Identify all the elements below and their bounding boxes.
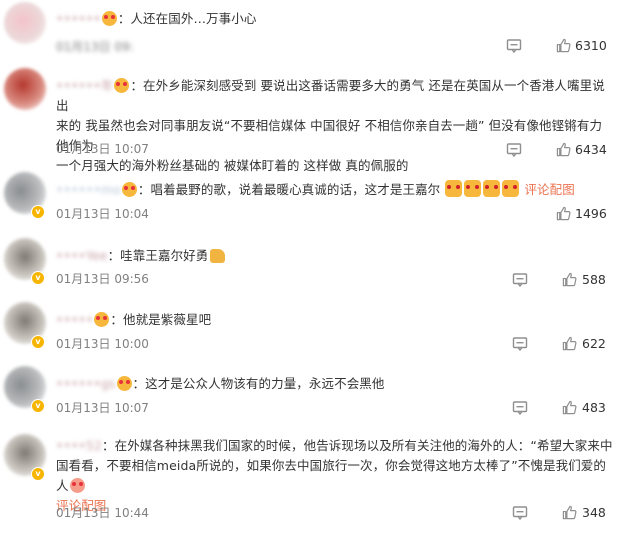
timestamp: 01月13日 10:07	[56, 401, 149, 415]
timestamp: 01月13日 10:00	[56, 337, 149, 351]
thumb-up-icon[interactable]	[562, 272, 577, 287]
comment-text: ••••Yee：哇靠王嘉尔好勇	[56, 246, 615, 266]
username[interactable]: ••••••	[56, 11, 101, 26]
emoji-icon	[116, 376, 132, 391]
comment-item: v ••••• ：他就是紫薇星吧 01月13日 10:00 622	[0, 296, 629, 360]
verified-badge-icon: v	[31, 335, 45, 349]
comment-item: v ••••Yee：哇靠王嘉尔好勇 01月13日 09:56 588	[0, 232, 629, 296]
cheer-emoji-icon	[483, 180, 501, 197]
comment-image-link[interactable]: 评论配图	[524, 182, 574, 197]
username[interactable]: ••••Yee	[56, 248, 108, 263]
thumb-up-icon[interactable]	[562, 336, 577, 351]
username[interactable]: •••••	[56, 312, 93, 327]
emoji-icon	[101, 11, 117, 26]
comment-text: ••••••gs ：这才是公众人物该有的力量，永远不会黑他	[56, 374, 615, 394]
username[interactable]: ••••••gs	[56, 376, 116, 391]
cheer-emoji-icon	[445, 180, 463, 197]
thumb-emoji-icon	[210, 249, 226, 263]
comment-text: ••••• ：他就是紫薇星吧	[56, 310, 615, 330]
like-count: 6310	[575, 38, 607, 53]
like-count: 588	[582, 272, 606, 287]
comment-body: 国看看，不要相信meida所说的，如果你去中国旅行一次，你会觉得这地方太棒了”不…	[56, 458, 607, 493]
avatar[interactable]	[4, 2, 46, 44]
reply-icon[interactable]	[506, 142, 522, 158]
timestamp: 01月13日 10:44	[56, 506, 149, 520]
comment-item: •••••• ：人还在国外…万事小心 01月13日 09: 6310	[0, 0, 629, 62]
username[interactable]: ••••••年	[56, 78, 113, 93]
heart-eyes-emoji-icon	[69, 478, 85, 493]
cheer-emoji-icon	[464, 180, 482, 197]
username[interactable]: ••••••mo	[56, 182, 121, 197]
comment-body: ：在外媒各种抹黑我们国家的时候，他告诉现场以及所有关注他的海外的人：“希望大家来…	[102, 438, 613, 453]
comment-body: ：在外乡能深刻感受到 要说出这番话需要多大的勇气 还是在英国从一个香港人嘴里说出	[56, 78, 605, 113]
emoji-icon	[121, 182, 137, 197]
reply-icon[interactable]	[512, 505, 528, 521]
comment-item: v ••••••gs ：这才是公众人物该有的力量，永远不会黑他 01月13日 10…	[0, 360, 629, 426]
reply-icon[interactable]	[512, 336, 528, 352]
comment-item: ••••••年 ：在外乡能深刻感受到 要说出这番话需要多大的勇气 还是在英国从一个…	[0, 62, 629, 173]
verified-badge-icon: v	[31, 399, 45, 413]
avatar[interactable]	[4, 68, 46, 110]
comment-item: v ••••52：在外媒各种抹黑我们国家的时候，他告诉现场以及所有关注他的海外的…	[0, 426, 629, 534]
comment-text: ••••••年 ：在外乡能深刻感受到 要说出这番话需要多大的勇气 还是在英国从一个…	[56, 76, 615, 176]
thumb-up-icon[interactable]	[556, 38, 571, 53]
timestamp: 01月13日 09:56	[56, 272, 149, 286]
comment-text: ••••••mo ：唱着最野的歌，说着最暖心真诚的话，这才是王嘉尔 评论配图	[56, 180, 615, 200]
like-count: 483	[582, 400, 606, 415]
thumb-up-icon[interactable]	[562, 505, 577, 520]
timestamp: 01月13日 09:	[56, 40, 134, 54]
username[interactable]: ••••52	[56, 438, 102, 453]
reply-icon[interactable]	[512, 400, 528, 416]
verified-badge-icon: v	[31, 271, 45, 285]
reply-icon[interactable]	[512, 272, 528, 288]
like-count: 348	[582, 505, 606, 520]
like-count: 1496	[575, 206, 607, 221]
comment-body: ：哇靠王嘉尔好勇	[107, 248, 209, 263]
timestamp: 01月13日 10:07	[56, 142, 149, 156]
comment-body: ：他就是紫薇星吧	[110, 312, 212, 327]
verified-badge-icon: v	[31, 205, 45, 219]
emoji-icon	[114, 78, 130, 93]
comment-body: ：唱着最野的歌，说着最暖心真诚的话，这才是王嘉尔	[137, 182, 441, 197]
emoji-icon	[94, 312, 110, 327]
thumb-up-icon[interactable]	[556, 142, 571, 157]
thumb-up-icon[interactable]	[556, 206, 571, 221]
comment-text: •••••• ：人还在国外…万事小心	[56, 9, 615, 29]
reply-icon[interactable]	[506, 38, 522, 54]
verified-badge-icon: v	[31, 467, 45, 481]
like-count: 622	[582, 336, 606, 351]
comment-body: ：这才是公众人物该有的力量，永远不会黑他	[132, 376, 385, 391]
comment-item: v ••••••mo ：唱着最野的歌，说着最暖心真诚的话，这才是王嘉尔 评论配图 …	[0, 166, 629, 232]
like-count: 6434	[575, 142, 607, 157]
cheer-emoji-icon	[502, 180, 520, 197]
comment-body: ：人还在国外…万事小心	[117, 11, 257, 26]
timestamp: 01月13日 10:04	[56, 207, 149, 221]
thumb-up-icon[interactable]	[562, 400, 577, 415]
